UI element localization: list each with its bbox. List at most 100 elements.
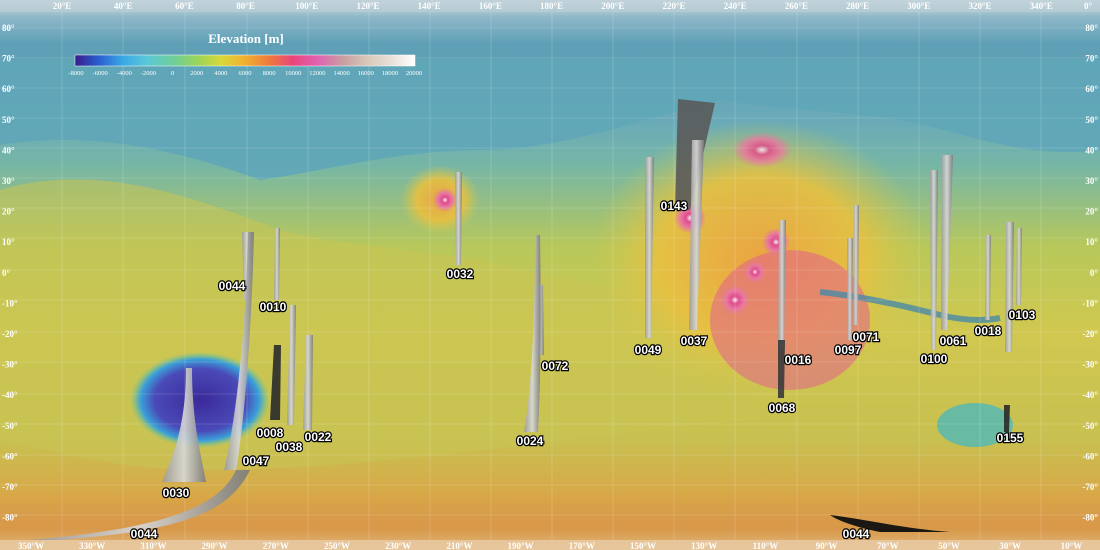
bottom-lon-label: 170°W [569,541,595,550]
bottom-lon-label: 230°W [385,541,411,550]
left-lat-label: 80° [2,23,15,33]
alba-mons [732,132,792,168]
tharsis-plateau [710,250,870,390]
left-lat-label: -80° [2,513,18,523]
left-lat-label: 70° [2,54,15,64]
track-label-0010: 0010 [260,300,287,314]
top-lon-label: 200°E [601,1,624,11]
colorbar-tick-label: -8000 [68,70,83,77]
track-label-0072: 0072 [542,359,569,373]
track-label-0047: 0047 [243,454,270,468]
top-lon-label: 40°E [114,1,133,11]
left-lat-label: -50° [2,421,18,431]
colorbar-tick-label: 20000 [406,70,422,77]
track-label-0049: 0049 [635,343,662,357]
colorbar-tick-label: 4000 [214,70,227,77]
colorbar-tick-label: -6000 [93,70,108,77]
bottom-lon-label: 210°W [446,541,472,550]
track-label-0044: 0044 [219,279,246,293]
colorbar-tick-label: 10000 [285,70,301,77]
track-label-0016: 0016 [785,353,812,367]
top-lon-label: 260°E [785,1,808,11]
top-lon-label: 60°E [175,1,194,11]
track-label-0037: 0037 [681,334,708,348]
bottom-lon-label: 270°W [263,541,289,550]
track-label-0030: 0030 [163,486,190,500]
left-lat-label: -70° [2,482,18,492]
track-label-0024: 0024 [517,434,544,448]
bottom-lon-label: 310°W [140,541,166,550]
colorbar-tick-label: 2000 [190,70,203,77]
track-0068-strip [778,340,785,398]
track-0010-strip [274,228,280,300]
track-0032-strip [455,172,462,265]
bottom-lon-label: 250°W [324,541,350,550]
track-label-0018: 0018 [975,324,1002,338]
track-label-0068: 0068 [769,401,796,415]
right-lat-label: -10° [1082,298,1098,308]
top-right-lon-label: 0° [1084,1,1093,11]
colorbar-tick-label: 8000 [263,70,276,77]
track-label-0155: 0155 [997,431,1024,445]
track-label-0008: 0008 [257,426,284,440]
top-lon-label: 80°E [236,1,255,11]
right-lat-label: -70° [1082,482,1098,492]
top-lon-label: 320°E [968,1,991,11]
hellas-basin [130,352,270,448]
track-0018-strip [985,235,991,320]
bottom-lon-label: 70°W [877,541,899,550]
colorbar-tick-label: 6000 [239,70,252,77]
right-lat-label: 50° [1085,115,1098,125]
bottom-lon-label: 190°W [508,541,534,550]
right-lat-label: 60° [1085,84,1098,94]
track-label-0143: 0143 [661,199,688,213]
colorbar-tick-label: 0 [171,70,174,77]
colorbar-tick-label: 16000 [358,70,374,77]
right-lat-label: 80° [1085,23,1098,33]
track-label-0022: 0022 [305,430,332,444]
pavonis-mons [744,261,766,283]
bottom-lon-label: 330°W [79,541,105,550]
left-lat-label: 30° [2,176,15,186]
colorbar-title: Elevation [m] [208,31,283,46]
track-label-0097: 0097 [835,343,862,357]
elysium-mons [433,188,457,212]
left-lat-label: -20° [2,329,18,339]
colorbar-gradient [74,54,416,67]
right-lat-label: -20° [1082,329,1098,339]
left-lat-label: -60° [2,451,18,461]
bottom-lon-label: 30°W [999,541,1021,550]
bottom-lon-label: 90°W [816,541,838,550]
track-label-0071: 0071 [853,330,880,344]
top-lon-label: 300°E [907,1,930,11]
left-lat-label: -10° [2,298,18,308]
top-lon-label: 20°E [53,1,72,11]
colorbar-tick-label: 12000 [309,70,325,77]
track-0155-strip [1004,405,1010,432]
track-label-0038: 0038 [276,440,303,454]
top-lon-label: 280°E [846,1,869,11]
right-lat-label: 40° [1085,145,1098,155]
left-lat-label: 0° [2,268,11,278]
left-lat-label: -30° [2,360,18,370]
colorbar-tick-label: 18000 [382,70,398,77]
right-lat-label: -80° [1082,513,1098,523]
colorbar-tick-label: -2000 [141,70,156,77]
top-lon-label: 220°E [662,1,685,11]
top-lon-label: 160°E [479,1,502,11]
top-lon-label: 140°E [418,1,441,11]
right-lat-label: 0° [1090,268,1099,278]
track-0071-strip [853,205,859,325]
mars-elevation-map: Elevation [m] -8000 -6000 -4000 -2000 0 2000 4… [0,0,1100,550]
track-label-0103: 0103 [1009,308,1036,322]
colorbar-ticks: -8000 -6000 -4000 -2000 0 2000 4000 6000 8000 100… [68,70,422,77]
right-lat-label: -60° [1082,451,1098,461]
right-lat-label: -30° [1082,360,1098,370]
track-label-0044: 0044 [131,527,158,541]
track-0097-strip [847,238,853,340]
right-lat-label: 30° [1085,176,1098,186]
top-lon-label: 120°E [356,1,379,11]
right-lat-label: 20° [1085,207,1098,217]
top-lon-label: 340°E [1030,1,1053,11]
track-label-0032: 0032 [447,267,474,281]
